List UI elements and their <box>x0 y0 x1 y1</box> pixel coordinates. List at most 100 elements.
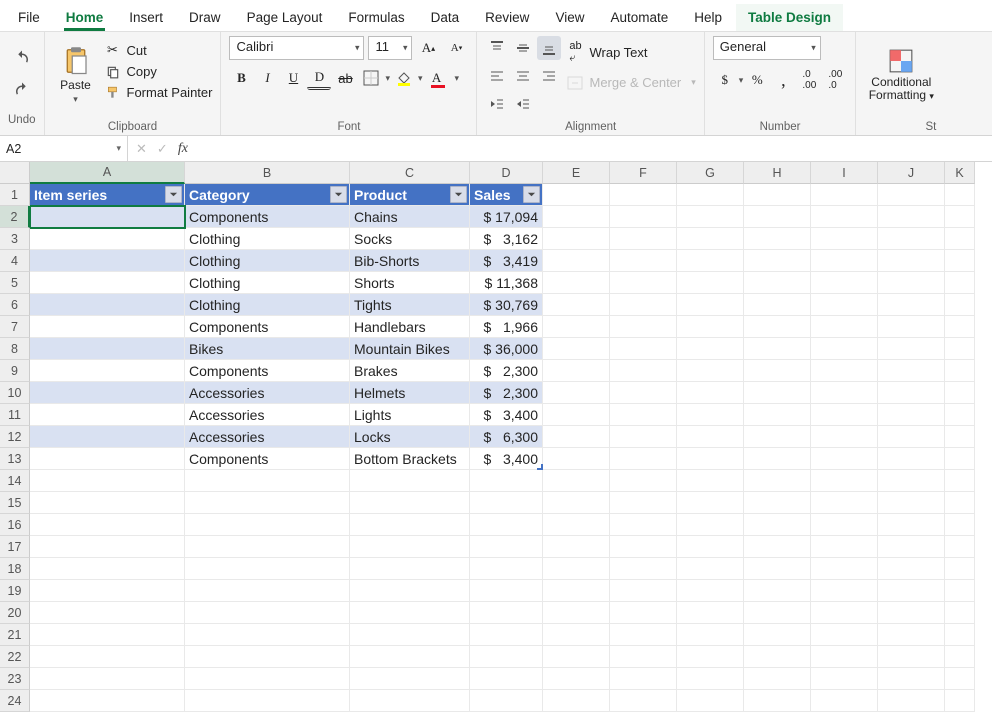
cell-I16[interactable] <box>811 514 878 536</box>
row-header-20[interactable]: 20 <box>0 602 30 624</box>
copy-button[interactable]: Copy <box>105 62 213 81</box>
cell-H18[interactable] <box>744 558 811 580</box>
cell-K22[interactable] <box>945 646 975 668</box>
cell-A7[interactable] <box>30 316 185 338</box>
cell-K21[interactable] <box>945 624 975 646</box>
cell-E9[interactable] <box>543 360 610 382</box>
cell-E8[interactable] <box>543 338 610 360</box>
col-header-E[interactable]: E <box>543 162 610 184</box>
row-header-2[interactable]: 2 <box>0 206 30 228</box>
name-box[interactable]: A2 ▾ <box>0 136 128 161</box>
cell-C14[interactable] <box>350 470 470 492</box>
cell-E18[interactable] <box>543 558 610 580</box>
cut-button[interactable]: ✂ Cut <box>105 40 213 60</box>
cell-K18[interactable] <box>945 558 975 580</box>
cell-F16[interactable] <box>610 514 677 536</box>
cell-F5[interactable] <box>610 272 677 294</box>
cell-K17[interactable] <box>945 536 975 558</box>
cell-J14[interactable] <box>878 470 945 492</box>
cell-G7[interactable] <box>677 316 744 338</box>
cell-I11[interactable] <box>811 404 878 426</box>
cell-C8[interactable]: Mountain Bikes <box>350 338 470 360</box>
cell-G2[interactable] <box>677 206 744 228</box>
col-header-G[interactable]: G <box>677 162 744 184</box>
cell-G17[interactable] <box>677 536 744 558</box>
active-cell[interactable] <box>30 206 185 228</box>
cell-E12[interactable] <box>543 426 610 448</box>
cell-H7[interactable] <box>744 316 811 338</box>
cell-G22[interactable] <box>677 646 744 668</box>
row-header-10[interactable]: 10 <box>0 382 30 404</box>
cell-H14[interactable] <box>744 470 811 492</box>
cell-H4[interactable] <box>744 250 811 272</box>
currency-button[interactable]: $ <box>713 68 737 92</box>
cell-E23[interactable] <box>543 668 610 690</box>
decrease-font-button[interactable]: A▾ <box>444 36 468 60</box>
cell-A11[interactable] <box>30 404 185 426</box>
cell-H20[interactable] <box>744 602 811 624</box>
cell-A23[interactable] <box>30 668 185 690</box>
cell-K24[interactable] <box>945 690 975 712</box>
redo-button[interactable] <box>10 78 34 102</box>
cell-I5[interactable] <box>811 272 878 294</box>
cell-D6[interactable]: $ 30,769 <box>470 294 543 316</box>
percent-button[interactable]: % <box>745 68 769 92</box>
cell-D7[interactable]: $ 1,966 <box>470 316 543 338</box>
cell-C11[interactable]: Lights <box>350 404 470 426</box>
cell-I3[interactable] <box>811 228 878 250</box>
cell-J17[interactable] <box>878 536 945 558</box>
cell-B6[interactable]: Clothing <box>185 294 350 316</box>
cell-J18[interactable] <box>878 558 945 580</box>
col-header-B[interactable]: B <box>185 162 350 184</box>
row-header-8[interactable]: 8 <box>0 338 30 360</box>
cell-C19[interactable] <box>350 580 470 602</box>
underline-button[interactable]: U <box>281 66 305 90</box>
cell-I13[interactable] <box>811 448 878 470</box>
menu-view[interactable]: View <box>543 4 596 31</box>
menu-file[interactable]: File <box>6 4 52 31</box>
cell-H13[interactable] <box>744 448 811 470</box>
cell-A20[interactable] <box>30 602 185 624</box>
cell-D24[interactable] <box>470 690 543 712</box>
cell-B13[interactable]: Components <box>185 448 350 470</box>
menu-review[interactable]: Review <box>473 4 541 31</box>
cell-G14[interactable] <box>677 470 744 492</box>
cell-H1[interactable] <box>744 184 811 206</box>
cell-F20[interactable] <box>610 602 677 624</box>
cell-B22[interactable] <box>185 646 350 668</box>
cell-C23[interactable] <box>350 668 470 690</box>
cell-J5[interactable] <box>878 272 945 294</box>
cell-F21[interactable] <box>610 624 677 646</box>
increase-decimal-button[interactable]: .0.00 <box>797 68 821 92</box>
cell-D19[interactable] <box>470 580 543 602</box>
cell-C22[interactable] <box>350 646 470 668</box>
strikethrough-button[interactable]: ab <box>333 66 357 90</box>
cell-F13[interactable] <box>610 448 677 470</box>
cell-C3[interactable]: Socks <box>350 228 470 250</box>
cell-A17[interactable] <box>30 536 185 558</box>
cell-A15[interactable] <box>30 492 185 514</box>
row-header-6[interactable]: 6 <box>0 294 30 316</box>
cell-K4[interactable] <box>945 250 975 272</box>
cell-K3[interactable] <box>945 228 975 250</box>
cell-I2[interactable] <box>811 206 878 228</box>
cell-E11[interactable] <box>543 404 610 426</box>
cell-H24[interactable] <box>744 690 811 712</box>
row-header-13[interactable]: 13 <box>0 448 30 470</box>
col-header-D[interactable]: D <box>470 162 543 184</box>
cell-J20[interactable] <box>878 602 945 624</box>
cell-A18[interactable] <box>30 558 185 580</box>
cell-D16[interactable] <box>470 514 543 536</box>
cell-G13[interactable] <box>677 448 744 470</box>
cell-A8[interactable] <box>30 338 185 360</box>
cell-B12[interactable]: Accessories <box>185 426 350 448</box>
fx-icon[interactable]: fx <box>178 141 188 157</box>
decrease-decimal-button[interactable]: .00.0 <box>823 68 847 92</box>
cell-J16[interactable] <box>878 514 945 536</box>
cell-J21[interactable] <box>878 624 945 646</box>
cell-F3[interactable] <box>610 228 677 250</box>
undo-button[interactable] <box>10 46 34 70</box>
cell-G6[interactable] <box>677 294 744 316</box>
cell-H2[interactable] <box>744 206 811 228</box>
cell-I1[interactable] <box>811 184 878 206</box>
